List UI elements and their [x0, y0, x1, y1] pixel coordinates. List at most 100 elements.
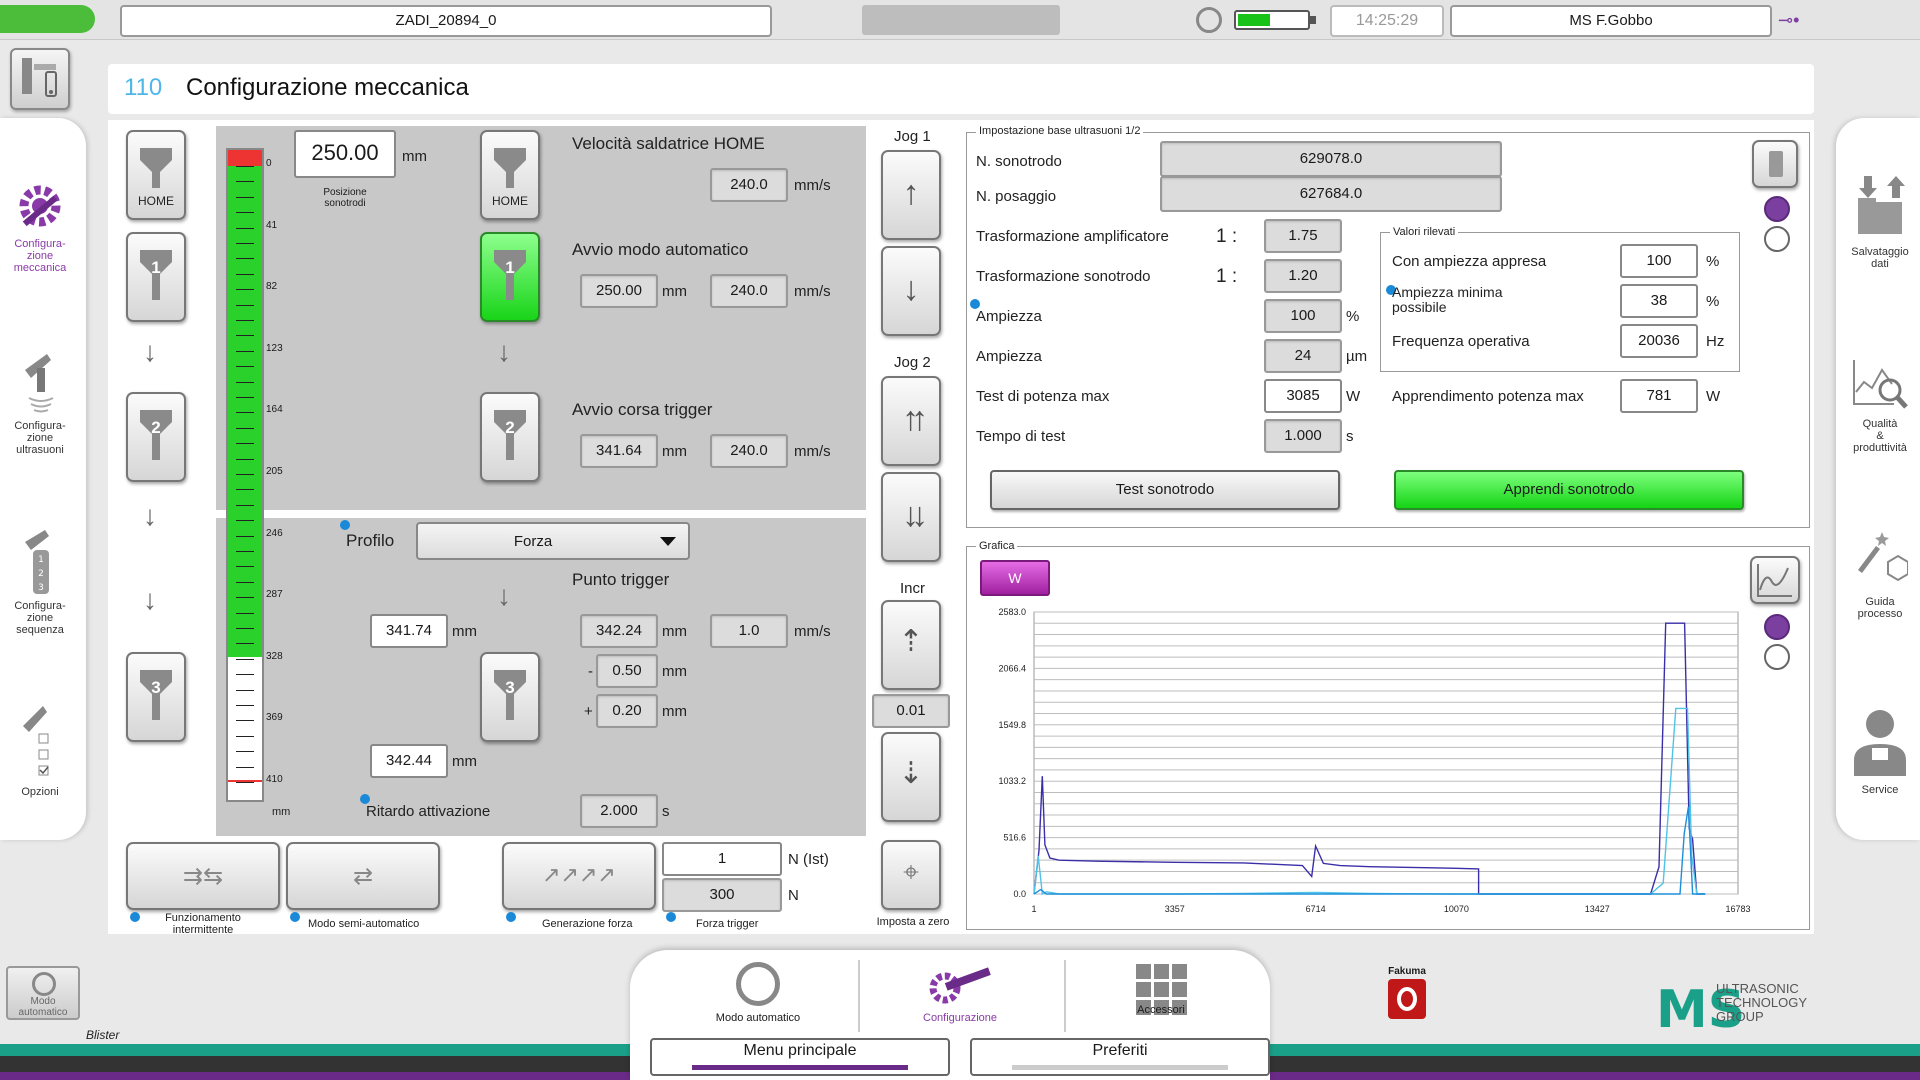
delay-field[interactable]: 2.000 [580, 794, 658, 828]
graph-radio-2[interactable] [1764, 644, 1790, 670]
program-name-field[interactable]: ZADI_20894_0 [120, 5, 772, 37]
menu-label: Configurazione [923, 1012, 997, 1024]
nav-label: sequenza [16, 624, 64, 636]
trigger-plus-field[interactable]: 0.20 [596, 694, 658, 728]
force-ramp-icon: ↗↗↗↗ [542, 862, 616, 887]
set-zero-button[interactable]: ⌖ [881, 840, 941, 910]
menu-accessories[interactable]: Accessori [1106, 962, 1216, 1032]
machine-tool-icon [22, 58, 57, 97]
incr-up-button[interactable]: ⇡ [881, 600, 941, 690]
sequence-icon: 1 2 3 [25, 530, 49, 594]
auto-mode-corner-button[interactable]: Modo automatico [6, 966, 80, 1020]
nav-service[interactable]: Service [1840, 706, 1920, 796]
x-tick-label: 16783 [1725, 904, 1750, 914]
page-title: Configurazione meccanica [186, 74, 469, 101]
user-field[interactable]: MS F.Gobbo [1450, 5, 1772, 37]
trigger-plus-unit: mm [662, 703, 687, 720]
ruler-tick-label: 0 [266, 158, 272, 169]
amp-pct-field[interactable]: 100 [1264, 299, 1342, 333]
info-icon[interactable] [130, 912, 140, 922]
amp-trans-field[interactable]: 1.75 [1264, 219, 1342, 253]
ruler-tick [236, 581, 254, 583]
trigger-speed-field[interactable]: 1.0 [710, 614, 788, 648]
nav-mechanical-config[interactable]: Configura-zione meccanica [0, 178, 80, 298]
double-arrow-up-icon: ↑↑ [902, 400, 928, 438]
ruler-tick [236, 227, 254, 229]
menu-auto-mode[interactable]: Modo automatico [700, 962, 816, 1032]
son-trans-ratio: 1 : [1216, 266, 1238, 287]
ruler-tick-label: 164 [266, 404, 283, 416]
target-2-button[interactable]: 2 [480, 392, 540, 482]
fixture-field[interactable]: 627684.0 [1160, 176, 1502, 212]
target-1-button[interactable]: 1 [480, 232, 540, 322]
trigger-pos-field[interactable]: 342.24 [580, 614, 658, 648]
page-radio-1[interactable] [1764, 196, 1790, 222]
ruler-tick [236, 427, 254, 429]
jog-up-button[interactable]: ↑ [881, 150, 941, 240]
incr-value-field[interactable]: 0.01 [872, 694, 950, 728]
options-icon [23, 706, 49, 776]
son-trans-label: Trasformazione sonotrodo [976, 268, 1151, 285]
chart-view-button[interactable] [1750, 556, 1800, 604]
nav-label: zione [26, 432, 54, 444]
force-actual-field: 1 [662, 842, 782, 876]
favorites-button[interactable]: Preferiti [970, 1038, 1270, 1076]
learn-sonotrode-button[interactable]: Apprendi sonotrodo [1394, 470, 1744, 510]
nav-label: dati [1871, 258, 1889, 270]
son-trans-field[interactable]: 1.20 [1264, 259, 1342, 293]
main-menu-button[interactable]: Menu principale [650, 1038, 950, 1076]
info-icon[interactable] [666, 912, 676, 922]
tool-3-button[interactable]: 3 [126, 652, 186, 742]
info-icon[interactable] [340, 520, 350, 530]
profile-select-value: Forza [513, 533, 553, 550]
trigger-run-pos-field[interactable]: 341.64 [580, 434, 658, 468]
graph-radio-1[interactable] [1764, 614, 1790, 640]
force-trigger-field[interactable]: 300 [662, 878, 782, 912]
incr-down-button[interactable]: ⇣ [881, 732, 941, 822]
jog-fast-up-button[interactable]: ↑↑ [881, 376, 941, 466]
auto-start-pos-field[interactable]: 250.00 [580, 274, 658, 308]
target-home-button[interactable]: HOME [480, 130, 540, 220]
amp-um-field[interactable]: 24 [1264, 339, 1342, 373]
ruler-tick-label: 369 [266, 712, 283, 724]
tool-1-button[interactable]: 1 [126, 232, 186, 322]
binder-icon [1769, 151, 1783, 177]
trigger-run-speed-field[interactable]: 240.0 [710, 434, 788, 468]
home-speed-field[interactable]: 240.0 [710, 168, 788, 202]
force-generation-button[interactable]: ↗↗↗↗ [502, 842, 656, 910]
jog-down-button[interactable]: ↓ [881, 246, 941, 336]
nav-data-save[interactable]: Salvataggio dati [1840, 172, 1920, 270]
nav-options[interactable]: Opzioni [0, 702, 80, 802]
sonotrode-db-button[interactable] [1752, 140, 1798, 188]
info-icon[interactable] [506, 912, 516, 922]
target-3-button[interactable]: 3 [480, 652, 540, 742]
auto-start-speed-field[interactable]: 240.0 [710, 274, 788, 308]
sonotrode-field[interactable]: 629078.0 [1160, 141, 1502, 177]
ruler-tick [236, 489, 254, 491]
series-watt-button[interactable]: W [980, 560, 1050, 596]
tool-home-button[interactable]: HOME [126, 130, 186, 220]
freq-field: 20036 [1620, 324, 1698, 358]
intermittent-button[interactable]: ⇉⇆ [126, 842, 280, 910]
test-sonotrode-button[interactable]: Test sonotrodo [990, 470, 1340, 510]
profile-select[interactable]: Forza [416, 522, 690, 560]
menu-configuration[interactable]: Configurazione [900, 962, 1020, 1032]
x-tick-label: 3357 [1165, 904, 1185, 914]
amp-um-unit: µm [1346, 348, 1368, 365]
test-time-field[interactable]: 1.000 [1264, 419, 1342, 453]
nav-quality[interactable]: Qualità & produttività [1840, 356, 1920, 454]
trigger-minus-field[interactable]: 0.50 [596, 654, 658, 688]
ruler-tick [236, 674, 254, 676]
nav-sequence-config[interactable]: 1 2 3 Configura-zione sequenza [0, 528, 80, 648]
info-icon[interactable] [290, 912, 300, 922]
page-radio-2[interactable] [1764, 226, 1790, 252]
nav-ultrasound-config[interactable]: Configura-zione ultrasuoni [0, 350, 80, 470]
semi-auto-button[interactable]: ⇄ [286, 842, 440, 910]
home-tool-button[interactable] [10, 48, 70, 110]
trigger-run-pos-unit: mm [662, 443, 687, 460]
tool-2-button[interactable]: 2 [126, 392, 186, 482]
nav-process-guide[interactable]: Guida processo [1840, 526, 1920, 620]
brand-line: GROUP [1716, 1009, 1764, 1024]
machine-status-indicator[interactable] [0, 5, 95, 33]
jog-fast-down-button[interactable]: ↓↓ [881, 472, 941, 562]
